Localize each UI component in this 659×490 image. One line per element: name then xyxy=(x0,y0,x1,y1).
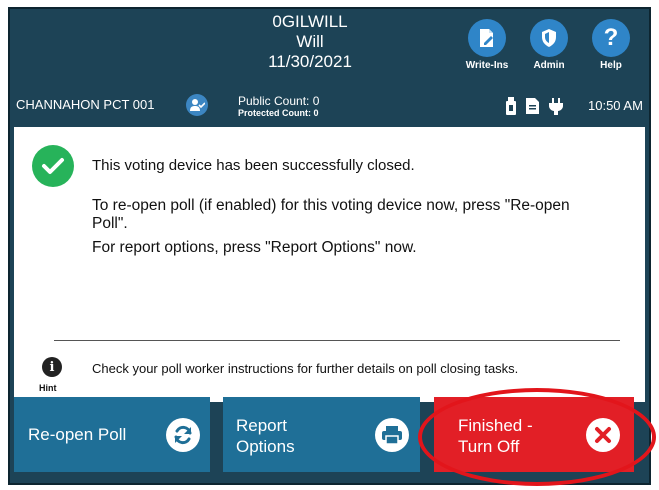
help-button[interactable]: ? Help xyxy=(580,19,642,71)
hint-label: Hint xyxy=(39,383,57,393)
usb-icon xyxy=(506,97,516,120)
close-icon xyxy=(586,417,620,452)
write-ins-icon xyxy=(468,19,506,57)
poll-worker-icon xyxy=(186,94,208,116)
report-instructions: For report options, press "Report Option… xyxy=(92,239,417,256)
clock: 10:50 AM xyxy=(588,98,643,113)
device-id: 0GILWILL xyxy=(272,12,348,31)
divider xyxy=(54,340,620,341)
hint-text: Check your poll worker instructions for … xyxy=(92,361,519,376)
election-date: 11/30/2021 xyxy=(268,52,352,71)
public-count: Public Count: 0 xyxy=(238,94,320,108)
write-ins-label: Write-Ins xyxy=(465,60,509,71)
printer-icon xyxy=(375,417,409,452)
finished-turn-off-label: Finished - Turn Off xyxy=(458,415,533,457)
shield-icon xyxy=(530,19,568,57)
admin-button[interactable]: Admin xyxy=(518,19,580,71)
report-options-button[interactable]: Report Options xyxy=(223,397,420,472)
document-icon xyxy=(526,98,539,119)
county-name: Will xyxy=(296,32,324,51)
finished-turn-off-button[interactable]: Finished - Turn Off xyxy=(434,397,634,472)
finished-line1: Finished - xyxy=(458,416,533,435)
report-options-label: Report Options xyxy=(236,415,295,457)
protected-count: Protected Count: 0 xyxy=(238,108,319,118)
checkmark-icon xyxy=(32,145,74,187)
write-ins-button[interactable]: Write-Ins xyxy=(456,19,518,71)
status-icons xyxy=(506,97,563,120)
admin-label: Admin xyxy=(533,60,565,71)
report-options-line1: Report xyxy=(236,416,288,435)
reopen-instructions: To re-open poll (if enabled) for this vo… xyxy=(92,197,570,232)
info-icon: i xyxy=(42,357,62,377)
help-label: Help xyxy=(600,60,622,71)
report-options-line2: Options xyxy=(236,437,295,456)
precinct-name: CHANNAHON PCT 001 xyxy=(16,97,155,112)
refresh-icon xyxy=(166,417,200,452)
power-plug-icon xyxy=(549,97,563,120)
device-info: 0GILWILL Will 11/30/2021 xyxy=(230,12,390,72)
header-bar: 0GILWILL Will 11/30/2021 Write-Ins Admin… xyxy=(10,9,649,125)
success-message: This voting device has been successfully… xyxy=(92,157,415,174)
finished-line2: Turn Off xyxy=(458,437,520,456)
help-icon: ? xyxy=(592,19,630,57)
ballot-counts: Public Count: 0 Protected Count: 0 xyxy=(238,94,319,119)
reopen-poll-label: Re-open Poll xyxy=(28,424,127,444)
reopen-poll-button[interactable]: Re-open Poll xyxy=(14,397,210,472)
message-panel: This voting device has been successfully… xyxy=(14,127,645,402)
